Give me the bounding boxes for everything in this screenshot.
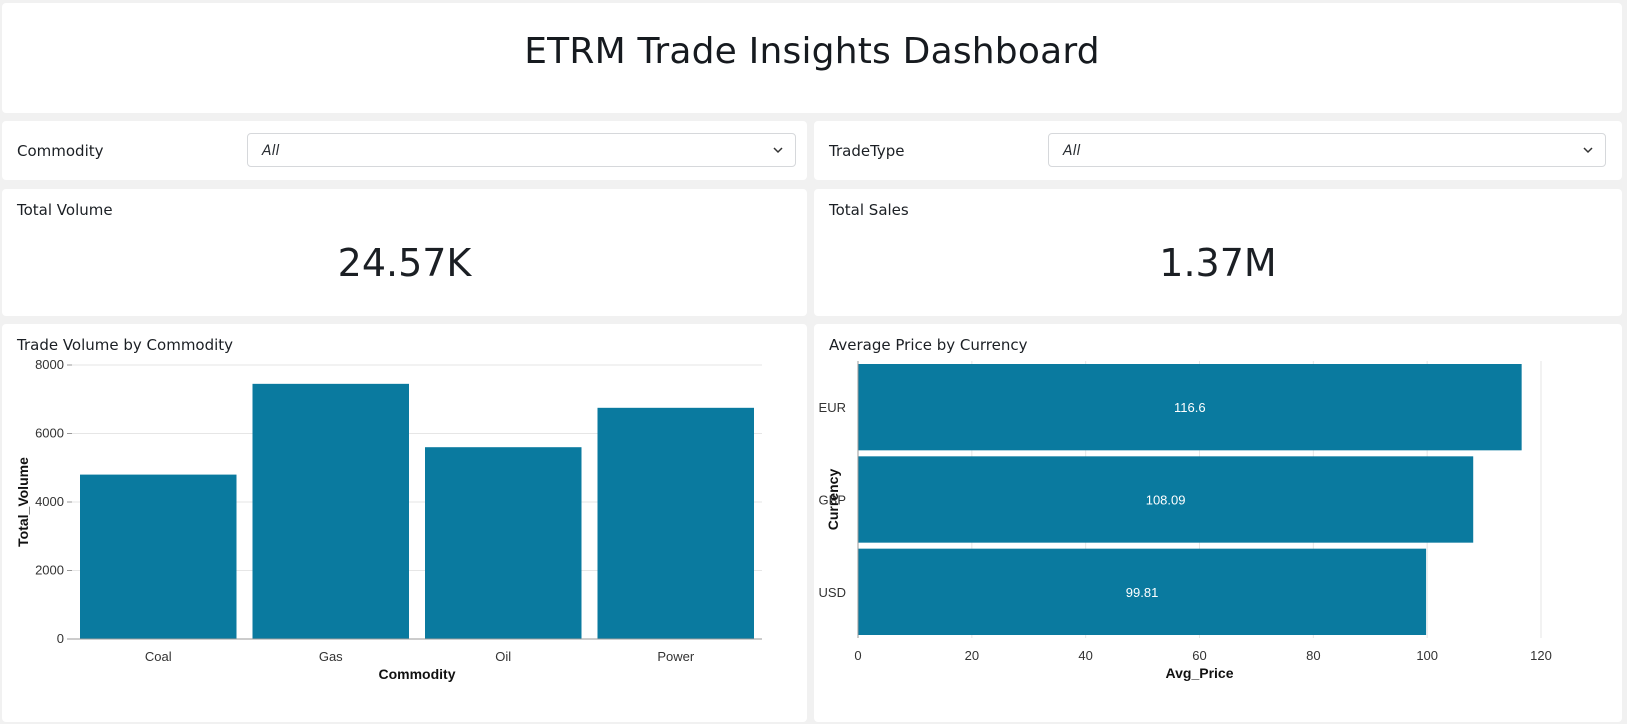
avg-price-chart: 0 20 40 60 80 100 120116.6EUR108.09GBP99.81USD… bbox=[819, 361, 1552, 681]
x-axis-title: Avg_Price bbox=[1166, 665, 1234, 681]
total-volume-label: Total Volume bbox=[17, 201, 113, 219]
commodity-filter-label: Commodity bbox=[17, 142, 104, 160]
title-card: ETRM Trade Insights Dashboard bbox=[2, 3, 1622, 113]
y-tick-label: USD bbox=[819, 585, 846, 600]
commodity-filter: Commodity All bbox=[2, 121, 807, 180]
y-tick-label: EUR bbox=[819, 400, 846, 415]
bar-data-label: 116.6 bbox=[1174, 400, 1206, 415]
y-axis-title: Total_Volume bbox=[15, 457, 31, 547]
tradetype-select[interactable]: All bbox=[1048, 133, 1606, 167]
chevron-down-icon bbox=[773, 147, 783, 154]
x-tick-label: 120 bbox=[1530, 648, 1552, 663]
total-volume-card: Total Volume 24.57K bbox=[2, 189, 807, 316]
avg-price-chart-card: Average Price by Currency 0 20 40 60 80 100 12… bbox=[814, 324, 1622, 722]
x-tick-label: 80 bbox=[1306, 648, 1320, 663]
x-tick-label: Power bbox=[657, 649, 695, 664]
x-tick-label: Gas bbox=[319, 649, 343, 664]
x-tick-label: 100 bbox=[1416, 648, 1438, 663]
bar-data-label: 99.81 bbox=[1126, 585, 1159, 600]
bar bbox=[597, 407, 754, 639]
x-tick-label: Coal bbox=[145, 649, 172, 664]
trade-volume-chart-card: Trade Volume by Commodity 0 2000 4000 6000 8… bbox=[2, 324, 807, 722]
tradetype-filter-label: TradeType bbox=[829, 142, 905, 160]
tradetype-select-value: All bbox=[1063, 143, 1081, 159]
trade-volume-chart: 0 2000 4000 6000 8000 Coal Gas Oil Power Commodit… bbox=[15, 357, 762, 682]
x-tick-label: 0 bbox=[854, 648, 861, 663]
x-tick-label: 60 bbox=[1192, 648, 1206, 663]
chevron-down-icon bbox=[1583, 147, 1593, 154]
commodity-select[interactable]: All bbox=[247, 133, 796, 167]
commodity-select-value: All bbox=[262, 143, 280, 159]
tradetype-filter: TradeType All bbox=[814, 121, 1622, 180]
y-tick-label: 8000 bbox=[35, 357, 64, 372]
y-tick-label: 6000 bbox=[35, 426, 64, 441]
x-tick-label: Oil bbox=[495, 649, 511, 664]
x-tick-label: 40 bbox=[1078, 648, 1092, 663]
total-sales-card: Total Sales 1.37M bbox=[814, 189, 1622, 316]
bar-data-label: 108.09 bbox=[1146, 493, 1186, 508]
bar bbox=[252, 383, 409, 639]
bar bbox=[425, 447, 582, 639]
y-axis-title: Currency bbox=[825, 469, 841, 531]
total-sales-value: 1.37M bbox=[1159, 241, 1277, 285]
page-title: ETRM Trade Insights Dashboard bbox=[524, 31, 1100, 72]
total-volume-value: 24.57K bbox=[337, 241, 472, 285]
y-tick-label: 0 bbox=[57, 631, 64, 646]
bar bbox=[80, 474, 237, 639]
total-sales-label: Total Sales bbox=[829, 201, 909, 219]
x-tick-label: 20 bbox=[965, 648, 979, 663]
y-tick-label: 4000 bbox=[35, 494, 64, 509]
x-axis-title: Commodity bbox=[379, 666, 456, 682]
y-tick-label: 2000 bbox=[35, 563, 64, 578]
